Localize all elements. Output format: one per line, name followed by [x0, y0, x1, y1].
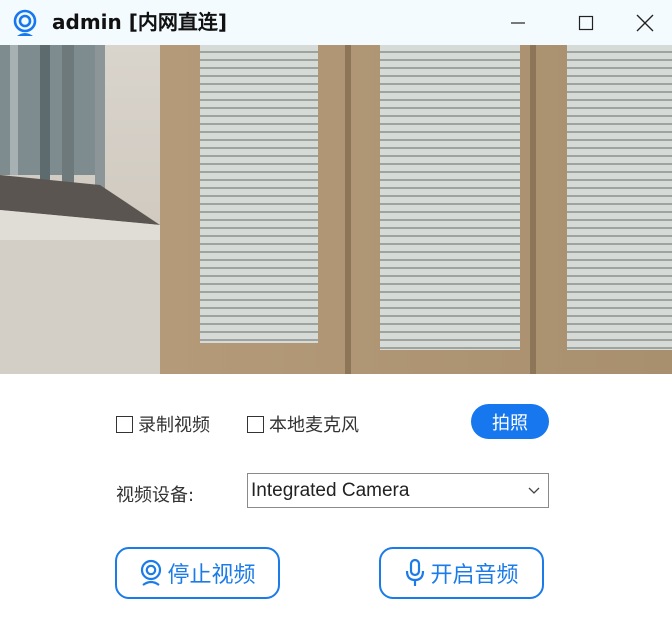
local-mic-checkbox[interactable]: 本地麦克风 [247, 410, 359, 438]
video-device-select[interactable]: Integrated Camera [247, 473, 549, 508]
close-icon [636, 14, 654, 31]
checkbox-box[interactable] [247, 415, 264, 433]
stop-video-label: 停止视频 [167, 563, 256, 588]
video-device-value: Integrated Camera [251, 479, 410, 501]
maximize-icon [578, 15, 594, 30]
close-button[interactable] [617, 0, 672, 45]
window-title: admin [内网直连] [52, 10, 227, 34]
maximize-button[interactable] [558, 0, 614, 45]
checkbox-box[interactable] [116, 415, 133, 433]
start-audio-button[interactable]: 开启音频 [379, 547, 544, 599]
webcam-icon [141, 559, 162, 586]
webcam-icon [13, 9, 37, 36]
video-device-label: 视频设备: [116, 485, 195, 506]
snapshot-button[interactable]: 拍照 [471, 404, 549, 439]
record-video-checkbox[interactable]: 录制视频 [116, 410, 210, 438]
chevron-down-icon [528, 487, 540, 494]
minimize-icon [511, 21, 525, 24]
start-audio-label: 开启音频 [430, 563, 519, 588]
microphone-icon [406, 558, 425, 586]
local-mic-label: 本地麦克风 [269, 415, 359, 436]
record-video-label: 录制视频 [138, 415, 210, 436]
minimize-button[interactable] [490, 0, 546, 45]
video-preview [0, 45, 672, 374]
stop-video-button[interactable]: 停止视频 [115, 547, 280, 599]
title-bar: admin [内网直连] [0, 0, 672, 45]
